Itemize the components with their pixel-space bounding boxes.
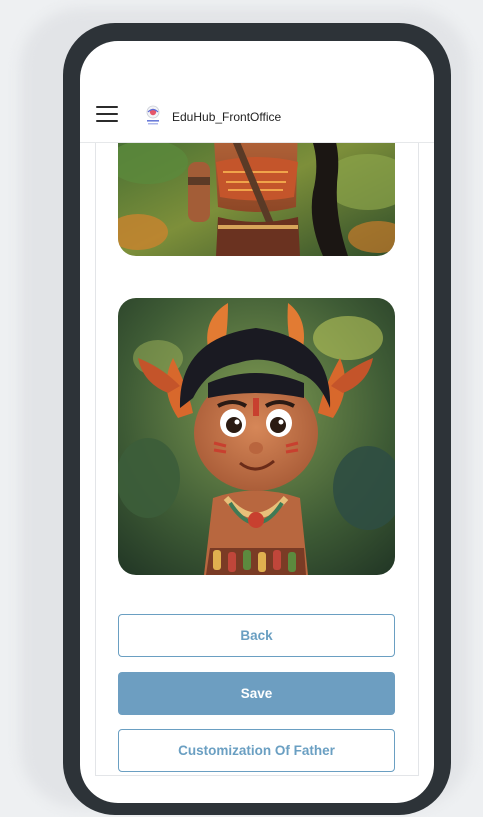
hamburger-menu-icon[interactable]: [96, 106, 118, 123]
main-content: Back Save Customization Of Father: [95, 122, 419, 776]
character-image-boy[interactable]: [118, 298, 395, 575]
app-title: EduHub_FrontOffice: [172, 110, 282, 124]
customization-of-father-button[interactable]: Customization Of Father: [118, 729, 395, 772]
phone-frame: EduHub_FrontOffice Back Save Customizati…: [63, 23, 451, 815]
app-header: EduHub_FrontOffice: [80, 82, 434, 143]
phone-screen: EduHub_FrontOffice Back Save Customizati…: [80, 41, 434, 803]
save-button[interactable]: Save: [118, 672, 395, 715]
eduhub-logo-icon: [146, 105, 160, 125]
back-button[interactable]: Back: [118, 614, 395, 657]
